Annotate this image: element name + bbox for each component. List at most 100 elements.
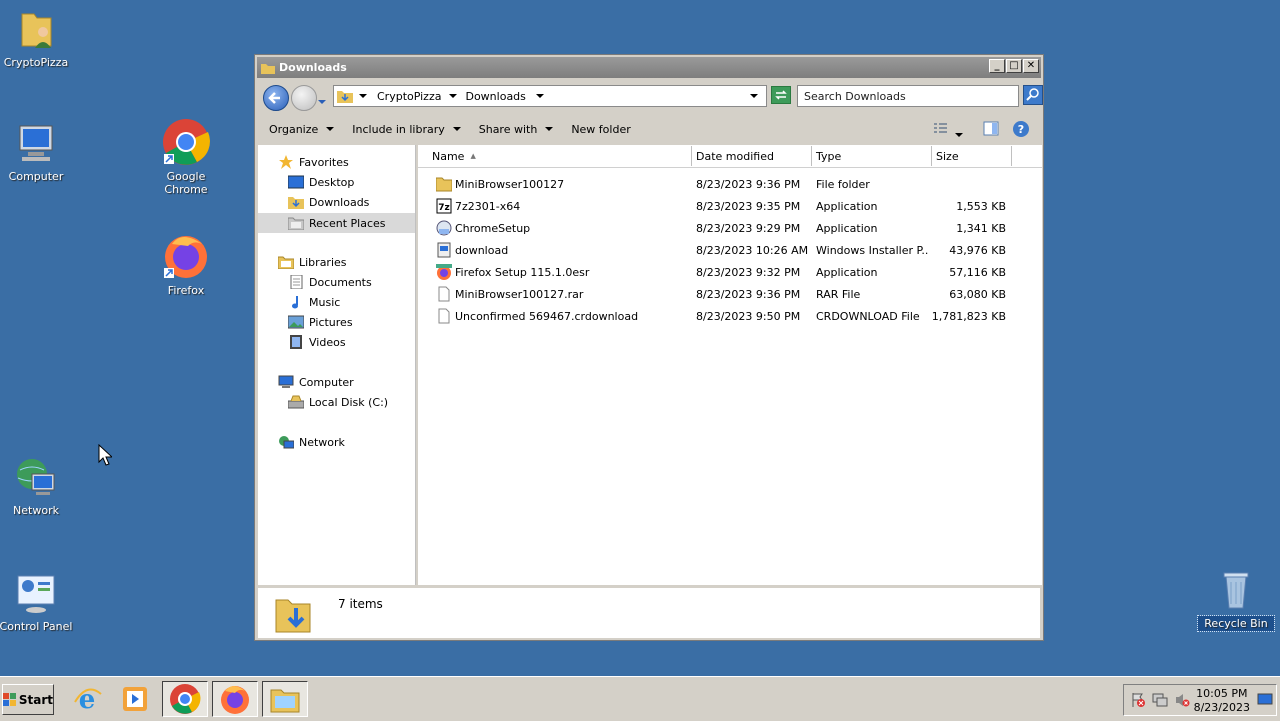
file-date: 8/23/2023 10:26 AM — [696, 243, 809, 257]
msi-icon — [437, 242, 451, 258]
search-button[interactable] — [1023, 85, 1043, 105]
nav-music[interactable]: Music — [288, 293, 340, 311]
nav-computer[interactable]: Computer — [278, 373, 354, 391]
file-row[interactable]: 7z 7z2301-x64 8/23/2023 9:35 PM Application… — [418, 195, 1042, 217]
nav-desktop[interactable]: Desktop — [288, 173, 354, 191]
recent-pages-dropdown[interactable] — [318, 94, 326, 107]
help-button[interactable]: ? — [1012, 120, 1030, 141]
internet-explorer-icon: e — [74, 685, 102, 714]
breadcrumb-root-chevron[interactable] — [359, 94, 367, 98]
clock[interactable]: 10:05 PM 8/23/2023 — [1194, 687, 1250, 715]
show-desktop-button[interactable] — [1257, 691, 1273, 709]
desktop-icon-label: Firefox — [167, 284, 205, 297]
include-in-library-button[interactable]: Include in library — [352, 122, 461, 136]
taskbar-internet-explorer[interactable]: e — [64, 681, 110, 717]
breadcrumb-chevron[interactable] — [449, 94, 458, 98]
file-name: 7z2301-x64 — [455, 199, 521, 213]
nav-pictures[interactable]: Pictures — [288, 313, 353, 331]
back-button[interactable] — [263, 85, 289, 111]
computer-icon — [14, 122, 58, 166]
desktop-icon-label: Control Panel — [0, 620, 73, 633]
desktop-icon-network[interactable]: Network — [0, 456, 74, 517]
forward-button[interactable] — [291, 85, 317, 111]
network-status-icon[interactable] — [1152, 692, 1168, 708]
installer-icon — [436, 220, 452, 236]
file-date: 8/23/2023 9:36 PM — [696, 287, 801, 301]
nav-downloads[interactable]: Downloads — [288, 193, 369, 211]
nav-music-label: Music — [309, 295, 341, 309]
item-count: 7 items — [338, 597, 383, 611]
volume-muted-icon[interactable] — [1174, 692, 1190, 708]
file-row[interactable]: ChromeSetup 8/23/2023 9:29 PM Application 1… — [418, 217, 1042, 239]
column-header-size[interactable]: Size — [932, 146, 1012, 166]
nav-recent-places[interactable]: Recent Places — [288, 214, 386, 232]
share-with-button[interactable]: Share with — [479, 123, 554, 136]
file-icon — [438, 308, 450, 324]
title-bar[interactable]: Downloads _ □ ✕ — [257, 57, 1041, 78]
action-center-flag-icon[interactable] — [1130, 692, 1146, 708]
desktop-icon-cryptopizza[interactable]: CryptoPizza — [0, 8, 74, 69]
file-type: Application — [816, 265, 878, 279]
desktop-icon-label: Recycle Bin — [1197, 615, 1275, 632]
nav-desktop-label: Desktop — [309, 175, 355, 189]
desktop-icon-computer[interactable]: Computer — [0, 122, 74, 183]
chevron-down-icon — [545, 127, 554, 131]
folder-down-icon — [337, 89, 353, 103]
view-options-dropdown[interactable] — [955, 127, 963, 140]
taskbar-windows-explorer[interactable] — [262, 681, 308, 717]
share-with-label: Share with — [478, 122, 538, 136]
file-row[interactable]: Unconfirmed 569467.crdownload 8/23/2023 9… — [418, 305, 1042, 327]
taskbar-chrome[interactable] — [162, 681, 208, 717]
preview-pane-button[interactable] — [983, 121, 999, 140]
start-button[interactable]: Start — [2, 684, 54, 715]
nav-local-disk[interactable]: Local Disk (C:) — [288, 393, 388, 411]
breadcrumb-chevron[interactable] — [535, 94, 544, 98]
desktop-icon-firefox[interactable]: Firefox — [148, 232, 224, 297]
taskbar-media-player[interactable] — [112, 681, 158, 717]
taskbar-firefox[interactable] — [212, 681, 258, 717]
new-folder-button[interactable]: New folder — [571, 123, 630, 136]
start-label: Start — [18, 692, 53, 707]
chevron-down-icon — [326, 127, 335, 131]
address-history-dropdown[interactable] — [750, 94, 758, 98]
file-row[interactable]: Firefox Setup 115.1.0esr 8/23/2023 9:32 P… — [418, 261, 1042, 283]
nav-videos[interactable]: Videos — [288, 333, 346, 351]
close-button[interactable]: ✕ — [1023, 59, 1039, 73]
downloads-folder-large-icon — [275, 599, 311, 633]
breadcrumb-item-downloads[interactable]: Downloads — [465, 90, 525, 103]
nav-libraries[interactable]: Libraries — [278, 253, 347, 271]
nav-downloads-label: Downloads — [309, 195, 370, 209]
address-bar-row: CryptoPizza Downloads Search Downloads — [259, 82, 1043, 111]
file-row[interactable]: MiniBrowser100127 8/23/2023 9:36 PM File f… — [418, 173, 1042, 195]
column-date-label: Date modified — [696, 149, 774, 163]
nav-network[interactable]: Network — [278, 433, 345, 451]
nav-favorites[interactable]: Favorites — [278, 153, 349, 171]
maximize-button[interactable]: □ — [1006, 59, 1022, 73]
system-tray: 10:05 PM 8/23/2023 — [1123, 684, 1277, 716]
breadcrumb[interactable]: CryptoPizza Downloads — [333, 85, 767, 107]
desktop-icon-google-chrome[interactable]: Google Chrome — [148, 118, 224, 196]
organize-button[interactable]: Organize — [269, 123, 335, 136]
show-desktop-icon — [1257, 693, 1273, 705]
refresh-button[interactable] — [771, 86, 791, 104]
minimize-button[interactable]: _ — [989, 59, 1005, 73]
file-row[interactable]: download 8/23/2023 10:26 AM Windows Instal… — [418, 239, 1042, 261]
sort-ascending-icon: ▲ — [470, 152, 476, 160]
include-in-library-label: Include in library — [352, 122, 445, 136]
column-header-name[interactable]: Name ▲ — [428, 146, 692, 166]
column-header-date[interactable]: Date modified — [692, 146, 812, 166]
change-view-button[interactable] — [933, 122, 949, 139]
music-icon — [292, 296, 298, 309]
nav-documents[interactable]: Documents — [288, 273, 372, 291]
file-date: 8/23/2023 9:50 PM — [696, 309, 801, 323]
breadcrumb-item-cryptopizza[interactable]: CryptoPizza — [377, 90, 441, 103]
file-date: 8/23/2023 9:35 PM — [696, 199, 801, 213]
search-input[interactable]: Search Downloads — [797, 85, 1019, 107]
file-size: 43,976 KB — [949, 243, 1006, 257]
file-row[interactable]: MiniBrowser100127.rar 8/23/2023 9:36 PM RA… — [418, 283, 1042, 305]
explorer-window[interactable]: Downloads _ □ ✕ CryptoPizza Downloads Se… — [254, 54, 1044, 641]
desktop-icon-control-panel[interactable]: Control Panel — [0, 572, 74, 633]
desktop-icon-recycle-bin[interactable]: Recycle Bin — [1197, 568, 1275, 632]
file-date: 8/23/2023 9:29 PM — [696, 221, 801, 235]
column-header-type[interactable]: Type — [812, 146, 932, 166]
